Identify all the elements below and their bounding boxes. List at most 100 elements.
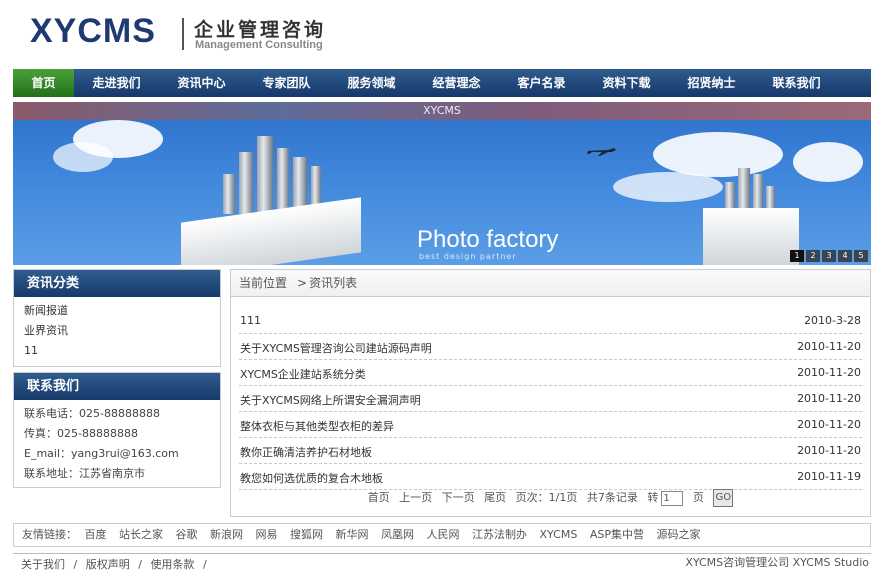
- friend-link[interactable]: 人民网: [427, 528, 460, 541]
- contact-email: E_mail：yang3rui@163.com: [24, 447, 179, 460]
- friend-link[interactable]: XYCMS: [540, 528, 578, 541]
- friend-link[interactable]: 网易: [256, 528, 278, 541]
- building-shape: [753, 174, 763, 212]
- article-title[interactable]: 教你正确清洁养护石材地板: [240, 444, 372, 460]
- friend-link[interactable]: 百度: [85, 528, 107, 541]
- friend-link[interactable]: 新浪网: [210, 528, 243, 541]
- record-count: 共7条记录: [586, 491, 638, 504]
- friend-link[interactable]: 搜狐网: [290, 528, 323, 541]
- footer-link-copyright[interactable]: 版权声明: [86, 558, 130, 571]
- list-item: 111 2010-3-28: [239, 308, 862, 334]
- friend-link[interactable]: 新华网: [336, 528, 369, 541]
- article-title[interactable]: 关于XYCMS网络上所谓安全漏洞声明: [240, 392, 421, 408]
- friend-links-label: 友情链接：: [22, 528, 77, 541]
- page-unit-label: 页: [692, 491, 704, 504]
- article-title[interactable]: 关于XYCMS管理咨询公司建站源码声明: [240, 340, 432, 356]
- nav-item-contact[interactable]: 联系我们: [754, 69, 839, 97]
- friend-link[interactable]: 谷歌: [176, 528, 198, 541]
- contact-title: 联系我们: [14, 373, 220, 400]
- friend-link[interactable]: 站长之家: [119, 528, 163, 541]
- article-date: 2010-11-19: [797, 470, 861, 483]
- nav-item-experts[interactable]: 专家团队: [244, 69, 329, 97]
- article-date: 2010-11-20: [797, 340, 861, 353]
- article-date: 2010-11-20: [797, 366, 861, 379]
- friend-link[interactable]: ASP集中营: [590, 528, 644, 541]
- article-title[interactable]: 111: [240, 314, 261, 327]
- friend-link[interactable]: 源码之家: [656, 528, 700, 541]
- banner[interactable]: XYCMS Photo factory best design partner …: [13, 102, 871, 265]
- building-shape: [239, 152, 253, 214]
- building-shape: [277, 148, 289, 214]
- logo-divider: [182, 18, 184, 50]
- footer-links: 关于我们 / 版权声明 / 使用条款 /: [21, 556, 212, 572]
- main-nav: 首页 走进我们 资讯中心 专家团队 服务领域 经营理念 客户名录 资料下载 招贤…: [13, 69, 871, 97]
- pagination: 首页 上一页 下一页 尾页 页次：1/1页 共7条记录 转1 页 GO: [231, 489, 870, 507]
- banner-title: XYCMS: [13, 102, 871, 120]
- go-button[interactable]: GO: [713, 489, 734, 507]
- nav-item-home[interactable]: 首页: [13, 69, 74, 97]
- cloud-shape: [793, 142, 863, 182]
- footer-link-terms[interactable]: 使用条款: [150, 558, 194, 571]
- list-item: 关于XYCMS管理咨询公司建站源码声明 2010-11-20: [239, 334, 862, 360]
- nav-item-jobs[interactable]: 招贤纳士: [669, 69, 754, 97]
- friend-link[interactable]: 江苏法制办: [472, 528, 527, 541]
- article-date: 2010-11-20: [797, 444, 861, 457]
- article-title[interactable]: 教您如何选优质的复合木地板: [240, 470, 383, 486]
- contact-phone: 联系电话：025-88888888: [24, 407, 160, 420]
- prev-page-link[interactable]: 上一页: [399, 491, 432, 504]
- article-list: 111 2010-3-28 关于XYCMS管理咨询公司建站源码声明 2010-11-…: [239, 308, 862, 490]
- building-shape: [223, 174, 235, 214]
- slide-button-1[interactable]: 1: [790, 250, 804, 262]
- last-page-link[interactable]: 尾页: [484, 491, 506, 504]
- breadcrumb-page[interactable]: 资讯列表: [309, 276, 357, 290]
- slide-button-4[interactable]: 4: [838, 250, 852, 262]
- article-title[interactable]: XYCMS企业建站系统分类: [240, 366, 366, 382]
- footer-separator: /: [73, 558, 78, 571]
- article-date: 2010-11-20: [797, 392, 861, 405]
- contact-panel: 联系我们 联系电话：025-88888888 传真：025-88888888 E…: [13, 372, 221, 488]
- cloud-shape: [613, 172, 723, 202]
- friend-link[interactable]: 凤凰网: [381, 528, 414, 541]
- nav-item-about[interactable]: 走进我们: [74, 69, 159, 97]
- first-page-link[interactable]: 首页: [368, 491, 390, 504]
- footer-separator: /: [202, 558, 207, 571]
- category-item-news[interactable]: 新闻报道: [24, 301, 220, 321]
- logo[interactable]: XYCMS: [30, 12, 156, 51]
- next-page-link[interactable]: 下一页: [442, 491, 475, 504]
- contact-fax: 传真：025-88888888: [24, 427, 138, 440]
- category-list: 新闻报道 业界资讯 11: [14, 297, 220, 361]
- category-item-11[interactable]: 11: [24, 341, 220, 361]
- airplane-icon: [586, 148, 616, 156]
- breadcrumb-current: 当前位置: [239, 276, 288, 290]
- contact-list: 联系电话：025-88888888 传真：025-88888888 E_mail…: [14, 400, 220, 484]
- breadcrumb: 当前位置 > 资讯列表: [231, 270, 870, 297]
- banner-subline: best design partner: [419, 252, 517, 261]
- nav-item-services[interactable]: 服务领域: [329, 69, 414, 97]
- header: XYCMS 企业管理咨询 Management Consulting: [0, 0, 892, 68]
- contact-address: 联系地址：江苏省南京市: [24, 467, 145, 480]
- list-item: 教你正确清洁养护石材地板 2010-11-20: [239, 438, 862, 464]
- nav-item-news[interactable]: 资讯中心: [159, 69, 244, 97]
- banner-headline: Photo factory: [417, 226, 559, 253]
- article-title[interactable]: 整体衣柜与其他类型衣柜的差异: [240, 418, 394, 434]
- goto-label: 转: [647, 491, 659, 504]
- slide-button-3[interactable]: 3: [822, 250, 836, 262]
- breadcrumb-separator: >: [297, 276, 308, 290]
- category-panel: 资讯分类 新闻报道 业界资讯 11: [13, 269, 221, 367]
- nav-item-clients[interactable]: 客户名录: [499, 69, 584, 97]
- article-date: 2010-11-20: [797, 418, 861, 431]
- footer-separator: /: [138, 558, 142, 571]
- category-item-industry[interactable]: 业界资讯: [24, 321, 220, 341]
- slide-button-5[interactable]: 5: [854, 250, 868, 262]
- logo-cn-text: 企业管理咨询: [194, 19, 327, 41]
- article-date: 2010-3-28: [804, 314, 861, 327]
- nav-item-philosophy[interactable]: 经营理念: [414, 69, 499, 97]
- cloud-shape: [53, 142, 113, 172]
- nav-item-downloads[interactable]: 资料下载: [584, 69, 669, 97]
- list-item: XYCMS企业建站系统分类 2010-11-20: [239, 360, 862, 386]
- slide-button-2[interactable]: 2: [806, 250, 820, 262]
- logo-en-text: Management Consulting: [195, 39, 323, 51]
- article-panel: 当前位置 > 资讯列表 111 2010-3-28 关于XYCMS管理咨询公司建站源码…: [230, 269, 871, 517]
- footer-link-about[interactable]: 关于我们: [21, 558, 65, 571]
- page-number-input[interactable]: 1: [661, 490, 684, 506]
